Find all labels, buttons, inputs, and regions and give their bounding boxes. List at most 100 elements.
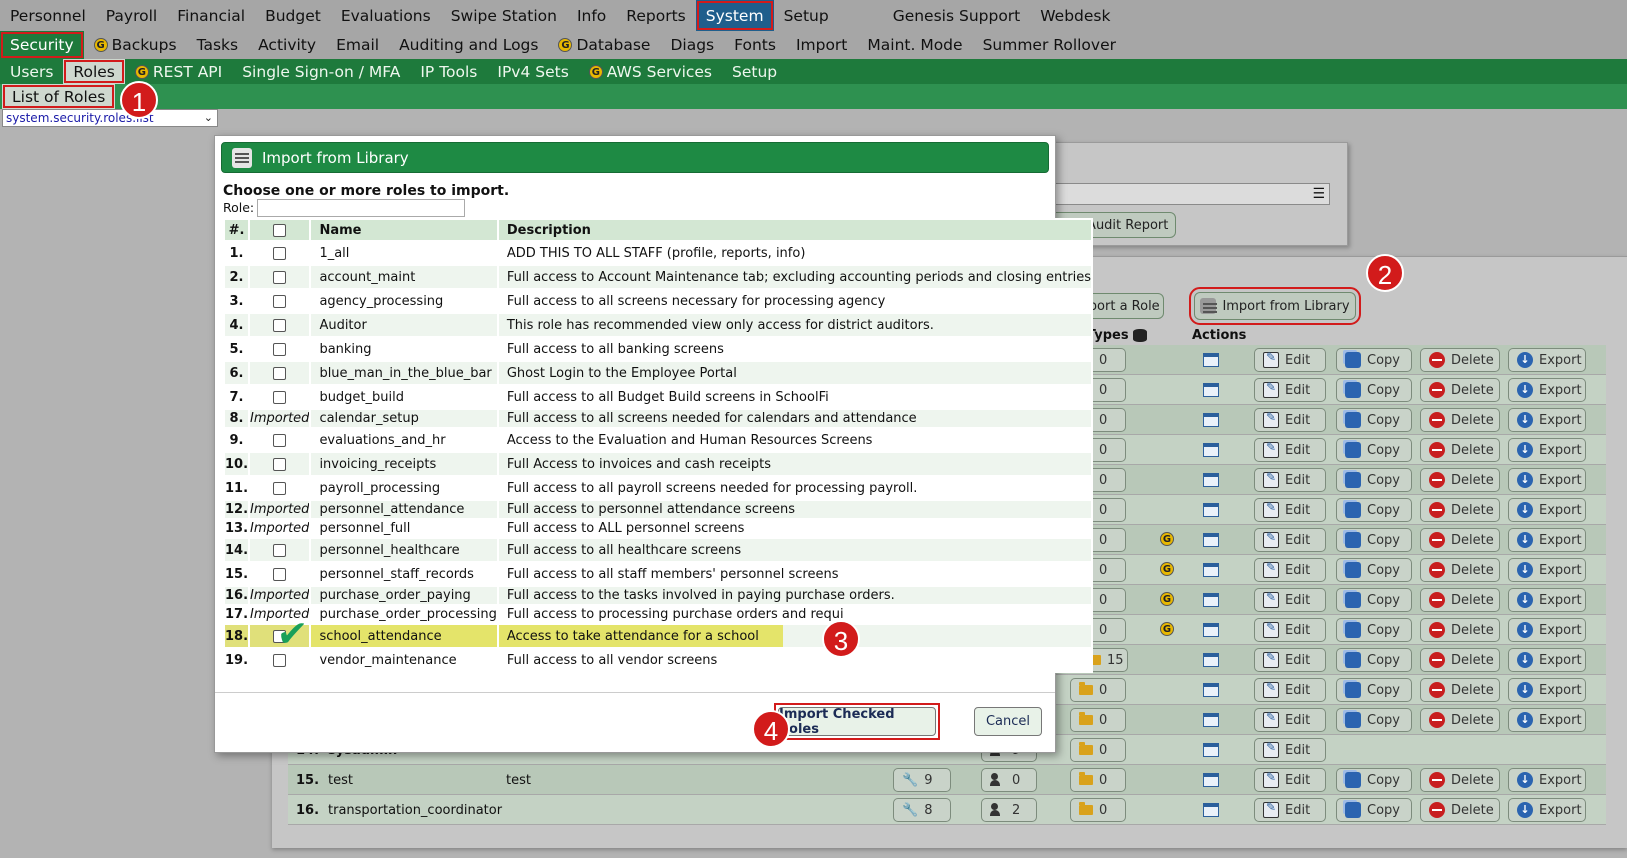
menu-reports[interactable]: Reports bbox=[616, 0, 695, 31]
menu-evaluations[interactable]: Evaluations bbox=[331, 0, 441, 31]
menu-security[interactable]: Security bbox=[0, 31, 84, 59]
menu-setup[interactable]: Setup bbox=[722, 59, 787, 84]
delete-button[interactable]: Delete bbox=[1420, 618, 1500, 642]
doc-types-button[interactable]: 0 bbox=[1070, 738, 1126, 762]
menu-roles[interactable]: Roles bbox=[63, 59, 125, 84]
export-button[interactable]: ↓ Export bbox=[1508, 528, 1586, 552]
copy-button[interactable]: Copy bbox=[1336, 798, 1412, 822]
copy-button[interactable]: Copy bbox=[1336, 648, 1412, 672]
menu-maint-mode[interactable]: Maint. Mode bbox=[857, 31, 972, 59]
edit-button[interactable]: Edit bbox=[1254, 408, 1326, 432]
export-button[interactable]: ↓ Export bbox=[1508, 678, 1586, 702]
delete-button[interactable]: Delete bbox=[1420, 468, 1500, 492]
role-checkbox[interactable] bbox=[273, 342, 287, 356]
export-button[interactable]: ↓ Export bbox=[1508, 648, 1586, 672]
menu-budget[interactable]: Budget bbox=[255, 0, 331, 31]
menu-personnel[interactable]: Personnel bbox=[0, 0, 96, 31]
delete-button[interactable]: Delete bbox=[1420, 498, 1500, 522]
export-button[interactable]: ↓ Export bbox=[1508, 798, 1586, 822]
edit-button[interactable]: Edit bbox=[1254, 618, 1326, 642]
copy-button[interactable]: Copy bbox=[1336, 528, 1412, 552]
menu-database[interactable]: G Database bbox=[548, 31, 660, 59]
edit-button[interactable]: Edit bbox=[1254, 438, 1326, 462]
edit-button[interactable]: Edit bbox=[1254, 588, 1326, 612]
role-checkbox[interactable] bbox=[273, 366, 287, 380]
edit-button[interactable]: Edit bbox=[1254, 648, 1326, 672]
menu-payroll[interactable]: Payroll bbox=[96, 0, 167, 31]
menu-info[interactable]: Info bbox=[567, 0, 616, 31]
copy-button[interactable]: Copy bbox=[1336, 378, 1412, 402]
role-checkbox[interactable] bbox=[273, 270, 287, 284]
role-checkbox[interactable] bbox=[273, 318, 287, 332]
select-all-checkbox[interactable] bbox=[273, 223, 287, 237]
doc-types-button[interactable]: 0 bbox=[1070, 798, 1126, 822]
doc-types-button[interactable]: 0 bbox=[1070, 708, 1126, 732]
export-button[interactable]: ↓ Export bbox=[1508, 588, 1586, 612]
export-button[interactable]: ↓ Export bbox=[1508, 558, 1586, 582]
import-from-library-button[interactable]: Import from Library bbox=[1189, 287, 1361, 325]
role-checkbox[interactable] bbox=[273, 481, 287, 495]
menu-single-sign-on-mfa[interactable]: Single Sign-on / MFA bbox=[232, 59, 410, 84]
menu-fonts[interactable]: Fonts bbox=[724, 31, 786, 59]
calendar-icon[interactable] bbox=[1203, 533, 1219, 547]
edit-button[interactable]: Edit bbox=[1254, 378, 1326, 402]
calendar-icon[interactable] bbox=[1203, 383, 1219, 397]
users-button[interactable]: 2 bbox=[981, 798, 1037, 822]
copy-button[interactable]: Copy bbox=[1336, 678, 1412, 702]
calendar-icon[interactable] bbox=[1203, 623, 1219, 637]
menu-swipe-station[interactable]: Swipe Station bbox=[441, 0, 567, 31]
menu-activity[interactable]: Activity bbox=[248, 31, 326, 59]
edit-button[interactable]: Edit bbox=[1254, 498, 1326, 522]
menu-diags[interactable]: Diags bbox=[660, 31, 724, 59]
menu-backups[interactable]: G Backups bbox=[84, 31, 187, 59]
calendar-icon[interactable] bbox=[1203, 743, 1219, 757]
role-checkbox[interactable] bbox=[273, 457, 287, 471]
menu-ipv4-sets[interactable]: IPv4 Sets bbox=[487, 59, 578, 84]
calendar-icon[interactable] bbox=[1203, 713, 1219, 727]
copy-button[interactable]: Copy bbox=[1336, 498, 1412, 522]
export-button[interactable]: ↓ Export bbox=[1508, 378, 1586, 402]
users-button[interactable]: 0 bbox=[981, 768, 1037, 792]
permissions-button[interactable]: 🔧 8 bbox=[893, 798, 951, 822]
role-filter-input[interactable] bbox=[257, 199, 465, 217]
copy-button[interactable]: Copy bbox=[1336, 468, 1412, 492]
copy-button[interactable]: Copy bbox=[1336, 348, 1412, 372]
role-checkbox[interactable] bbox=[273, 433, 287, 447]
menu-import[interactable]: Import bbox=[786, 31, 857, 59]
doc-types-button[interactable]: 0 bbox=[1070, 768, 1126, 792]
menu-system[interactable]: System bbox=[695, 0, 774, 31]
background-search-field[interactable]: ☰ bbox=[1045, 183, 1330, 205]
doc-types-button[interactable]: 0 bbox=[1070, 678, 1126, 702]
delete-button[interactable]: Delete bbox=[1420, 378, 1500, 402]
delete-button[interactable]: Delete bbox=[1420, 438, 1500, 462]
delete-button[interactable]: Delete bbox=[1420, 558, 1500, 582]
calendar-icon[interactable] bbox=[1203, 413, 1219, 427]
import-checked-roles-button[interactable]: Import Checked Roles bbox=[778, 707, 936, 737]
export-button[interactable]: ↓ Export bbox=[1508, 498, 1586, 522]
edit-button[interactable]: Edit bbox=[1254, 468, 1326, 492]
menu-list-of-roles[interactable]: List of Roles bbox=[2, 84, 116, 109]
calendar-icon[interactable] bbox=[1203, 593, 1219, 607]
calendar-icon[interactable] bbox=[1203, 803, 1219, 817]
calendar-icon[interactable] bbox=[1203, 773, 1219, 787]
delete-button[interactable]: Delete bbox=[1420, 588, 1500, 612]
menu-tasks[interactable]: Tasks bbox=[187, 31, 249, 59]
calendar-icon[interactable] bbox=[1203, 653, 1219, 667]
edit-button[interactable]: Edit bbox=[1254, 558, 1326, 582]
delete-button[interactable]: Delete bbox=[1420, 648, 1500, 672]
export-button[interactable]: ↓ Export bbox=[1508, 468, 1586, 492]
delete-button[interactable]: Delete bbox=[1420, 798, 1500, 822]
edit-button[interactable]: Edit bbox=[1254, 798, 1326, 822]
role-checkbox[interactable] bbox=[273, 567, 287, 581]
delete-button[interactable]: Delete bbox=[1420, 528, 1500, 552]
cancel-button[interactable]: Cancel bbox=[974, 707, 1042, 736]
delete-button[interactable]: Delete bbox=[1420, 708, 1500, 732]
calendar-icon[interactable] bbox=[1203, 683, 1219, 697]
calendar-icon[interactable] bbox=[1203, 443, 1219, 457]
export-button[interactable]: ↓ Export bbox=[1508, 408, 1586, 432]
export-button[interactable]: ↓ Export bbox=[1508, 708, 1586, 732]
calendar-icon[interactable] bbox=[1203, 473, 1219, 487]
menu-aws-services[interactable]: G AWS Services bbox=[579, 59, 722, 84]
copy-button[interactable]: Copy bbox=[1336, 408, 1412, 432]
copy-button[interactable]: Copy bbox=[1336, 708, 1412, 732]
